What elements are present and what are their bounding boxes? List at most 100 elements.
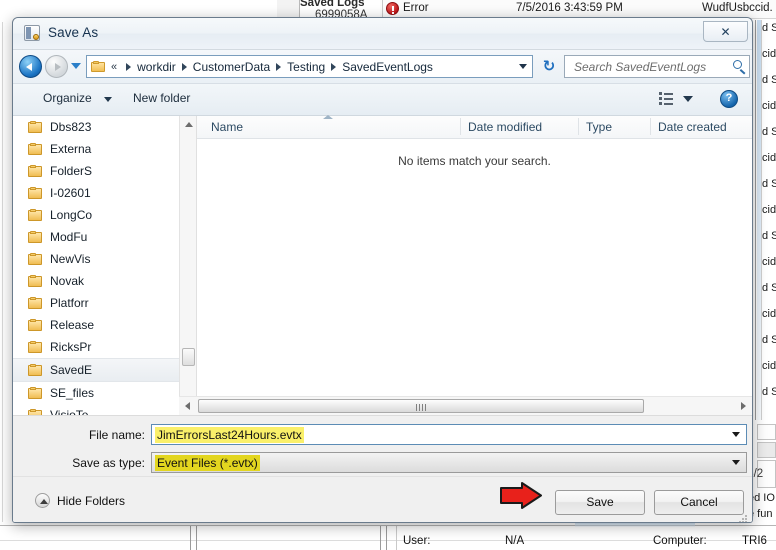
- navpane-folder-label: Dbs823: [50, 120, 92, 134]
- breadcrumb-separator-icon[interactable]: [331, 62, 337, 71]
- navpane-folder-label: I-02601: [50, 186, 91, 200]
- organize-button[interactable]: Organize: [43, 91, 92, 105]
- background-status-user-value: N/A: [505, 535, 525, 547]
- background-text-fragment: cid.: [762, 360, 776, 372]
- navpane-folder-item[interactable]: FolderS: [13, 160, 179, 182]
- navpane-folder-label: Externa: [50, 142, 92, 156]
- hscrollbar-thumb[interactable]: [198, 399, 644, 413]
- recent-locations-chevron-down-icon[interactable]: [71, 63, 81, 69]
- file-name-combobox[interactable]: JimErrorsLast24Hours.evtx: [151, 424, 747, 445]
- background-text-fragment: d S..: [762, 334, 776, 346]
- address-bar[interactable]: « workdir CustomerData Testing SavedEven…: [86, 55, 533, 78]
- file-name-input[interactable]: JimErrorsLast24Hours.evtx: [155, 426, 304, 443]
- navpane-folder-label: RicksPr: [50, 340, 92, 354]
- breadcrumb-separator-icon[interactable]: [181, 62, 187, 71]
- navpane-folder-item[interactable]: SavedE: [13, 358, 179, 382]
- save-as-type-label: Save as type:: [72, 456, 145, 470]
- background-text-fragment: cid.: [762, 256, 776, 268]
- folder-icon: [91, 60, 106, 73]
- file-name-label: File name:: [88, 428, 145, 442]
- column-header-type[interactable]: Type: [586, 120, 612, 134]
- folder-icon: [28, 340, 43, 354]
- background-pane-b: [757, 442, 776, 458]
- view-layout-icon[interactable]: [659, 91, 697, 108]
- help-icon[interactable]: ?: [720, 90, 738, 108]
- breadcrumb-item-savedeventlogs[interactable]: SavedEventLogs: [342, 60, 433, 74]
- resize-grip-icon[interactable]: [739, 515, 748, 522]
- column-header-name[interactable]: Name: [211, 120, 243, 134]
- navpane-folder-item[interactable]: RicksPr: [13, 336, 179, 358]
- navpane-folder-item[interactable]: NewVis: [13, 248, 179, 270]
- dialog-footer: Hide Folders Save Cancel: [13, 476, 752, 522]
- address-chevron-down-icon[interactable]: [519, 64, 527, 69]
- navpane-folder-item[interactable]: Release: [13, 314, 179, 336]
- file-name-chevron-down-icon[interactable]: [732, 432, 740, 437]
- navpane-folder-item[interactable]: Dbs823: [13, 116, 179, 138]
- dialog-title: Save As: [48, 25, 99, 40]
- navpane-folder-label: FolderS: [50, 164, 93, 178]
- search-input[interactable]: [572, 58, 731, 75]
- back-arrow-icon[interactable]: [19, 55, 42, 78]
- scrollbar-thumb[interactable]: [182, 348, 195, 366]
- column-header-date-modified[interactable]: Date modified: [468, 120, 542, 134]
- navpane-folder-item[interactable]: ModFu: [13, 226, 179, 248]
- breadcrumb-separator-icon[interactable]: [276, 62, 282, 71]
- folder-icon: [28, 186, 43, 200]
- refresh-icon[interactable]: ↻: [540, 58, 558, 75]
- navpane-folder-item[interactable]: LongCo: [13, 204, 179, 226]
- new-folder-button[interactable]: New folder: [133, 91, 190, 105]
- organize-chevron-down-icon[interactable]: [104, 97, 112, 102]
- background-text-fragment: d S..: [762, 74, 776, 86]
- close-button[interactable]: ✕: [703, 21, 748, 42]
- hide-folders-button[interactable]: Hide Folders: [35, 493, 125, 508]
- navigation-pane-scrollbar[interactable]: [179, 116, 197, 415]
- navpane-folder-item[interactable]: Externa: [13, 138, 179, 160]
- breadcrumb-item-testing[interactable]: Testing: [287, 60, 325, 74]
- navpane-folder-item[interactable]: Novak: [13, 270, 179, 292]
- navpane-folder-item[interactable]: SE_files: [13, 382, 179, 404]
- save-as-type-value: Event Files (*.evtx): [155, 454, 260, 471]
- navpane-folder-label: ModFu: [50, 230, 88, 244]
- scroll-left-arrow-icon[interactable]: [179, 397, 196, 414]
- folder-icon: [28, 120, 43, 134]
- cancel-button[interactable]: Cancel: [654, 490, 744, 515]
- background-status-user-label: User:: [403, 535, 431, 547]
- background-text-fragment: cid.: [762, 48, 776, 60]
- hide-folders-label: Hide Folders: [57, 493, 126, 508]
- background-event-level: Error: [403, 2, 429, 14]
- breadcrumb-item-customerdata[interactable]: CustomerData: [193, 60, 270, 74]
- navpane-folder-label: Release: [50, 318, 95, 332]
- navpane-folder-label: VisioTe: [50, 408, 89, 415]
- file-list-horizontal-scrollbar[interactable]: [179, 396, 752, 415]
- column-header-date-created[interactable]: Date created: [658, 120, 727, 134]
- save-button[interactable]: Save: [555, 490, 645, 515]
- folder-icon: [28, 296, 43, 310]
- navpane-folder-item[interactable]: VisioTe: [13, 404, 179, 415]
- save-fields-area: File name: JimErrorsLast24Hours.evtx Sav…: [13, 416, 752, 476]
- dialog-body: Dbs823 Externa FolderS I-02601 LongCo ModFu Ne…: [13, 115, 752, 416]
- scroll-up-arrow-icon[interactable]: [180, 116, 197, 133]
- file-list-column-headers: Name Date modified Type Date created: [197, 115, 752, 139]
- breadcrumb-item-workdir[interactable]: workdir: [137, 60, 176, 74]
- navpane-folder-item[interactable]: Platforr: [13, 292, 179, 314]
- breadcrumb-overflow[interactable]: «: [111, 61, 117, 73]
- scroll-right-arrow-icon[interactable]: [735, 397, 752, 414]
- folder-icon: [28, 208, 43, 222]
- folder-icon: [28, 318, 43, 332]
- save-as-type-chevron-down-icon[interactable]: [732, 460, 740, 465]
- navpane-folder-label: Platforr: [50, 296, 89, 310]
- navpane-folder-item[interactable]: I-02601: [13, 182, 179, 204]
- navigation-pane: Dbs823 Externa FolderS I-02601 LongCo ModFu Ne…: [13, 116, 179, 415]
- event-log-file-icon: [24, 25, 40, 41]
- navpane-folder-label: SE_files: [50, 386, 95, 400]
- background-text-fragment: d S..: [762, 230, 776, 242]
- navpane-folder-label: SavedE: [50, 363, 93, 377]
- save-as-type-combobox[interactable]: Event Files (*.evtx): [151, 452, 747, 473]
- folder-icon: [28, 363, 43, 377]
- view-chevron-down-icon[interactable]: [683, 96, 693, 102]
- folder-icon: [28, 408, 43, 415]
- background-text-fragment: cid.: [762, 308, 776, 320]
- background-status-computer-label: Computer:: [653, 535, 707, 547]
- search-box[interactable]: [564, 55, 750, 78]
- forward-arrow-icon[interactable]: [45, 55, 68, 78]
